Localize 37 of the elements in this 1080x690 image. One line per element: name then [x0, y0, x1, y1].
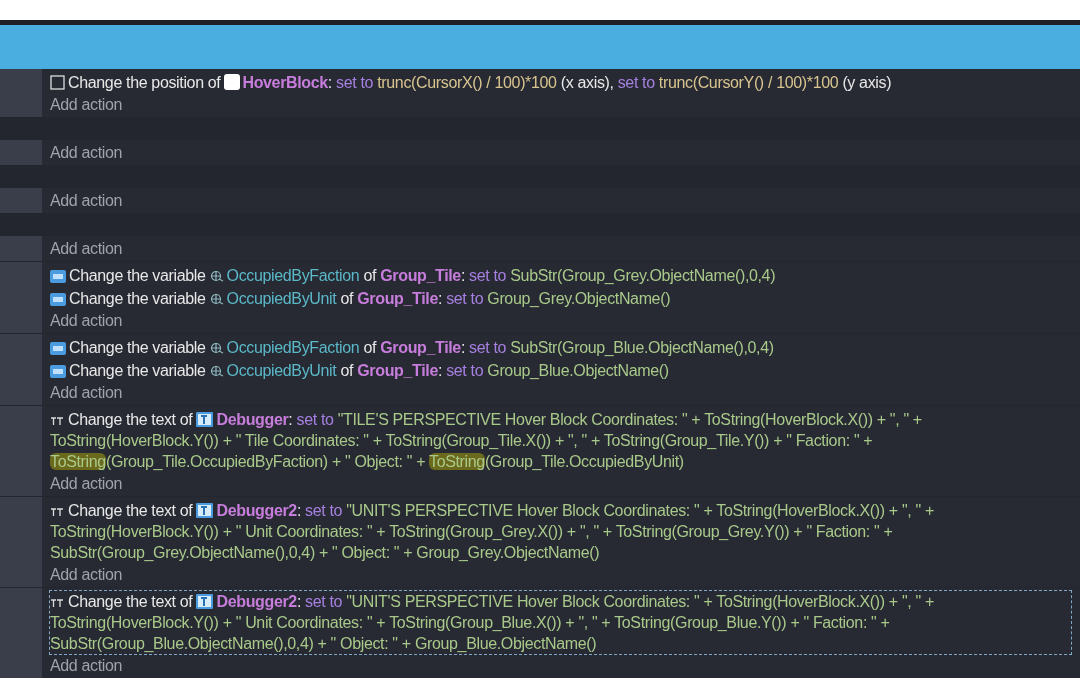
- globe-icon: [209, 342, 224, 354]
- variable-icon: [50, 365, 66, 378]
- add-action-link[interactable]: Add action: [50, 473, 123, 495]
- globe-icon: [209, 365, 224, 377]
- action-text[interactable]: Change the variable OccupiedByFaction of Group_Tile: set to SubStr(Group_Blue.ObjectName(),0,4): [49, 336, 1072, 359]
- action-text[interactable]: Change the text of Debugger2: set to "UNIT'S PERSPECTIVE Hover Block Coordinates: " + ToString(HoverBlock.X()) + ", " + ToString(HoverBlock.Y()) + " Unit Coordinates: " + ToString(Group_Grey.X()) + ", " + ToString(Group_Grey.Y()) + " Faction: " + SubStr(Group_Grey.ObjectName(),0,4) + " Object: " + Group_Grey.ObjectName(): [49, 499, 1072, 564]
- variable-icon: [50, 342, 66, 355]
- event-gutter: [0, 334, 42, 405]
- text-icon: [50, 416, 64, 426]
- add-action-link[interactable]: Add action: [50, 142, 123, 164]
- action-text[interactable]: Change the text of Debugger: set to "TILE'S PERSPECTIVE Hover Block Coordinates: " + ToString(HoverBlock.X()) + ", " + ToString(HoverBlock.Y()) + " Tile Coordinates: " + ToString(Group_Tile.X()) + ", " + ToString(Group_Tile.Y()) + " Faction: " + ToString(Group_Tile.OccupiedByFaction) + " Object: " + ToString(Group_Tile.OccupiedByUnit): [49, 408, 1072, 473]
- action-text[interactable]: Change the variable OccupiedByFaction of Group_Tile: set to SubStr(Group_Grey.ObjectName(),0,4): [49, 264, 1072, 287]
- add-action-link[interactable]: Add action: [50, 564, 123, 586]
- text-icon: [50, 507, 64, 517]
- event-gutter: [0, 188, 42, 213]
- text-object-icon: [196, 594, 214, 609]
- action-text[interactable]: Change the variable OccupiedByUnit of Group_Tile: set to Group_Blue.ObjectName(): [49, 359, 1072, 382]
- add-action-link[interactable]: Add action: [50, 94, 123, 116]
- add-action-link[interactable]: Add action: [50, 238, 123, 260]
- globe-icon: [209, 270, 224, 282]
- add-action-link[interactable]: Add action: [50, 655, 123, 677]
- variable-icon: [50, 293, 66, 306]
- add-action-link[interactable]: Add action: [50, 382, 123, 404]
- text-object-icon: [196, 503, 214, 518]
- text-icon: [50, 598, 64, 608]
- globe-icon: [209, 293, 224, 305]
- action-text[interactable]: Change the variable OccupiedByUnit of Group_Tile: set to Group_Grey.ObjectName(): [49, 287, 1072, 310]
- action-text[interactable]: Change the position of HoverBlock: set to trunc(CursorX() / 100)*100 (x axis), set to trunc(CursorY() / 100)*100 (y axis): [49, 71, 1072, 94]
- variable-icon: [50, 270, 66, 283]
- event-gutter: [0, 140, 42, 165]
- action-text[interactable]: Change the text of Debugger2: set to "UNIT'S PERSPECTIVE Hover Block Coordinates: " + ToString(HoverBlock.X()) + ", " + ToString(HoverBlock.Y()) + " Unit Coordinates: " + ToString(Group_Blue.X()) + ", " + ToString(Group_Blue.Y()) + " Faction: " + SubStr(Group_Blue.ObjectName(),0,4) + " Object: " + Group_Blue.ObjectName(): [49, 590, 1072, 655]
- add-action-link[interactable]: Add action: [50, 310, 123, 332]
- text-object-icon: [196, 412, 214, 427]
- add-action-link[interactable]: Add action: [50, 190, 123, 212]
- square-object-icon: [224, 74, 241, 90]
- event-gutter: [0, 69, 42, 117]
- grid-icon: [50, 75, 65, 90]
